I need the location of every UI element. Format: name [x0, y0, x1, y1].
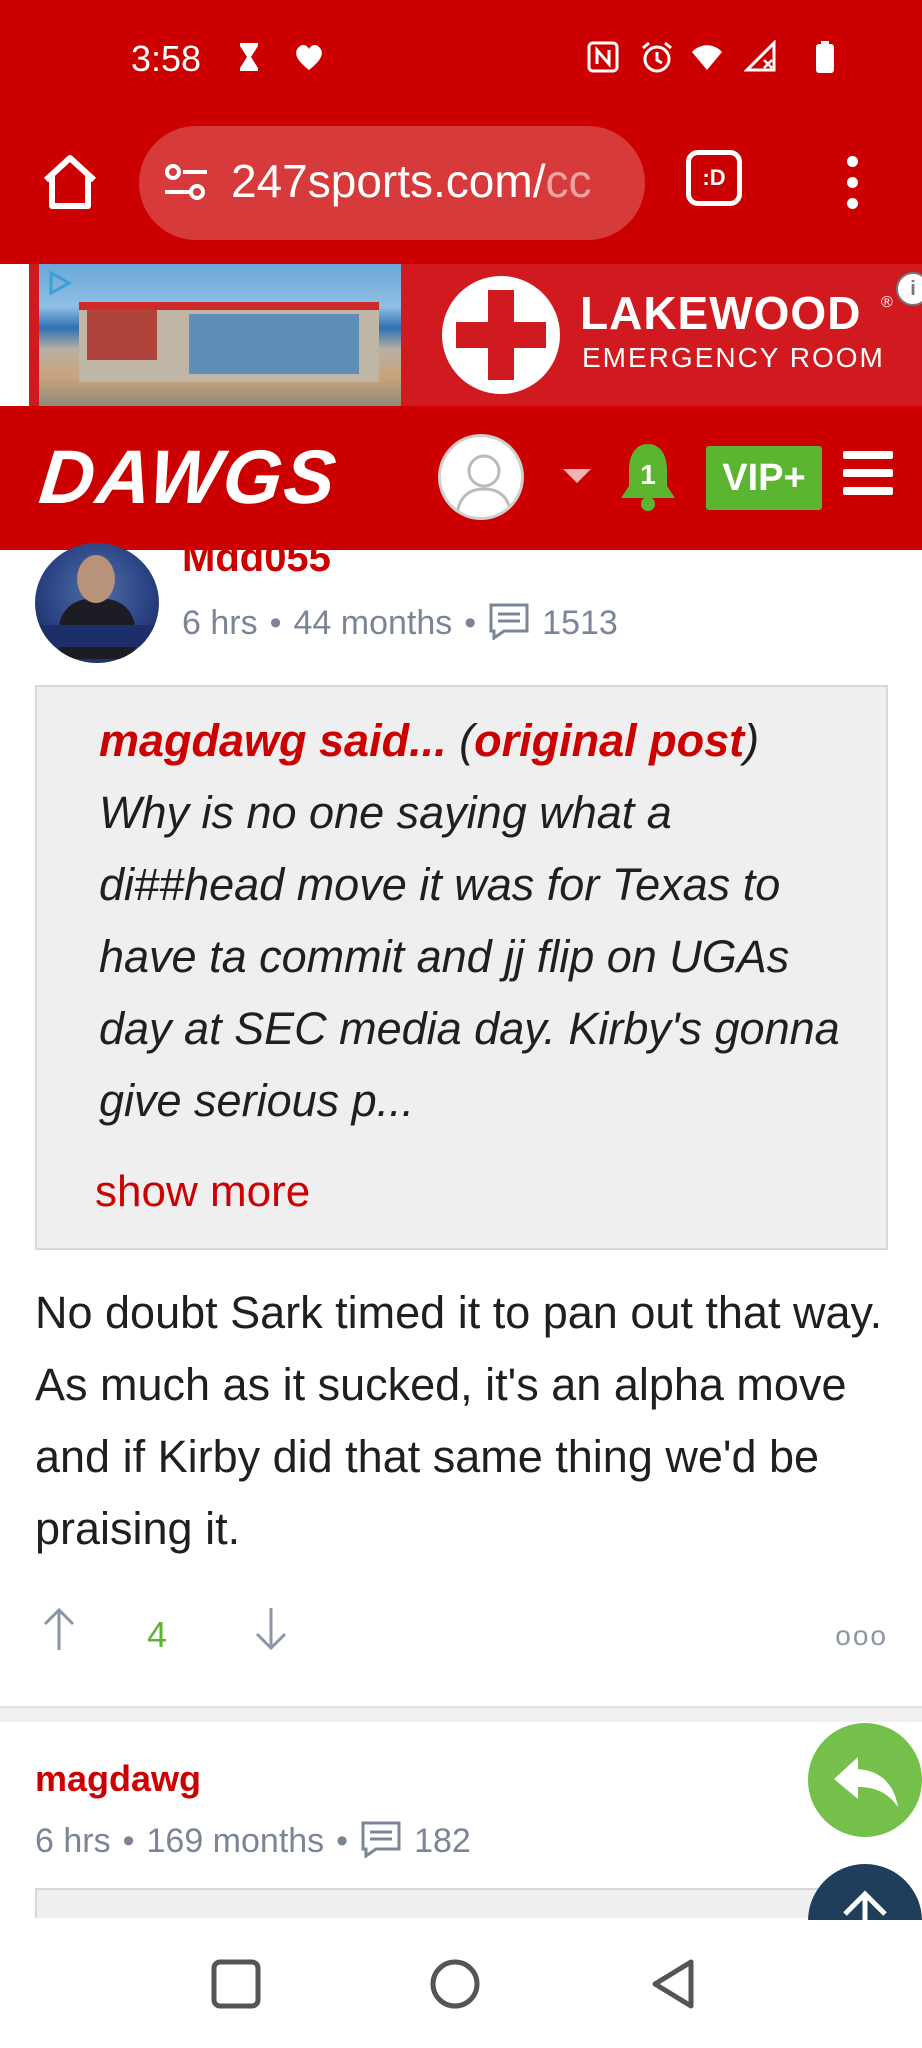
notification-bell-icon[interactable]: 1: [617, 440, 679, 512]
next-post-member-duration: 169 months: [146, 1822, 325, 1860]
post-author-username[interactable]: Mdd055: [182, 536, 331, 581]
ad-registered-mark: ®: [881, 294, 893, 311]
alarm-icon: [642, 41, 672, 73]
site-settings-icon[interactable]: [163, 162, 209, 202]
post-meta: 6 hrs • 44 months • 1513: [182, 603, 618, 642]
quote-paren-open: (: [446, 715, 475, 766]
quote-text: Why is no one saying what a di##head mov…: [99, 787, 840, 1126]
quote-body: magdawg said... (original post) Why is n…: [99, 705, 859, 1137]
ad-title: LAKEWOOD: [580, 287, 862, 339]
battery-icon: [816, 41, 834, 73]
back-triangle-icon[interactable]: [645, 1954, 705, 2014]
next-post-time-ago: 6 hrs: [35, 1822, 111, 1860]
ad-play-icon: [49, 270, 73, 296]
ad-banner[interactable]: LAKEWOOD EMERGENCY ROOM ® i: [0, 264, 922, 406]
hamburger-menu-icon[interactable]: [843, 451, 893, 501]
next-post-author-username[interactable]: magdawg: [35, 1758, 201, 1800]
home-circle-icon[interactable]: [425, 1954, 485, 2014]
ad-info-icon[interactable]: i: [896, 272, 922, 306]
user-silhouette-icon: [455, 454, 513, 516]
hourglass-icon: [240, 43, 258, 71]
site-header: DAWGS 1 VIP+: [0, 406, 922, 550]
show-more-link[interactable]: show more: [95, 1167, 310, 1217]
status-time: 3:58: [131, 38, 202, 79]
original-post-link[interactable]: original post: [474, 715, 744, 766]
home-icon[interactable]: [38, 150, 102, 214]
account-dropdown-caret-icon[interactable]: [563, 469, 591, 483]
upvote-arrow-icon[interactable]: [39, 1604, 79, 1654]
status-bar: 3:58: [0, 0, 922, 120]
next-post-comment-count: 182: [414, 1822, 471, 1860]
downvote-arrow-icon[interactable]: [251, 1604, 291, 1654]
vip-plus-button[interactable]: VIP+: [706, 446, 822, 510]
comment-icon: [489, 603, 529, 640]
vote-row: 4 ooo: [35, 1604, 888, 1664]
ad-photo: [39, 264, 401, 406]
site-logo[interactable]: DAWGS: [35, 434, 342, 521]
user-avatar[interactable]: [438, 434, 524, 520]
url-text[interactable]: 247sports.com/cc: [231, 154, 591, 208]
url-visible: 247sports.com/: [231, 155, 546, 207]
wifi-icon: [692, 45, 722, 70]
quoted-post: magdawg said... (original post) Why is n…: [35, 685, 888, 1250]
system-nav-bar: [0, 1920, 922, 2048]
nfc-icon: [587, 41, 619, 73]
medical-cross-icon: [442, 276, 560, 394]
reply-fab[interactable]: [808, 1723, 922, 1837]
browser-toolbar: 247sports.com/cc :D: [0, 120, 922, 264]
recents-square-icon[interactable]: [206, 1954, 266, 2014]
more-options-button[interactable]: ooo: [835, 1620, 888, 1652]
quote-author[interactable]: magdawg said...: [99, 715, 447, 766]
next-post-quote: [35, 1888, 835, 1918]
next-post-meta: 6 hrs • 169 months • 182: [35, 1821, 471, 1860]
post-author-avatar[interactable]: [35, 543, 159, 663]
ad-content[interactable]: LAKEWOOD EMERGENCY ROOM ®: [29, 264, 922, 406]
heart-icon: [296, 45, 322, 70]
address-bar[interactable]: 247sports.com/cc: [139, 126, 645, 240]
reply-arrow-icon: [834, 1757, 898, 1807]
quote-paren-close: ): [744, 715, 760, 766]
signal-icon: [744, 40, 776, 72]
post-divider: [0, 1706, 922, 1722]
ad-subtitle: EMERGENCY ROOM: [582, 342, 885, 373]
vote-count: 4: [147, 1614, 168, 1655]
tab-switcher-button[interactable]: :D: [686, 150, 742, 206]
post-body: No doubt Sark timed it to pan out that w…: [35, 1287, 883, 1554]
comment-icon: [361, 1821, 401, 1858]
url-faded: cc: [545, 155, 592, 207]
post-member-duration: 44 months: [293, 604, 453, 642]
browser-menu-icon[interactable]: [840, 156, 864, 216]
notification-count: 1: [640, 459, 656, 490]
post-comment-count: 1513: [542, 604, 618, 642]
post-time-ago: 6 hrs: [182, 604, 258, 642]
